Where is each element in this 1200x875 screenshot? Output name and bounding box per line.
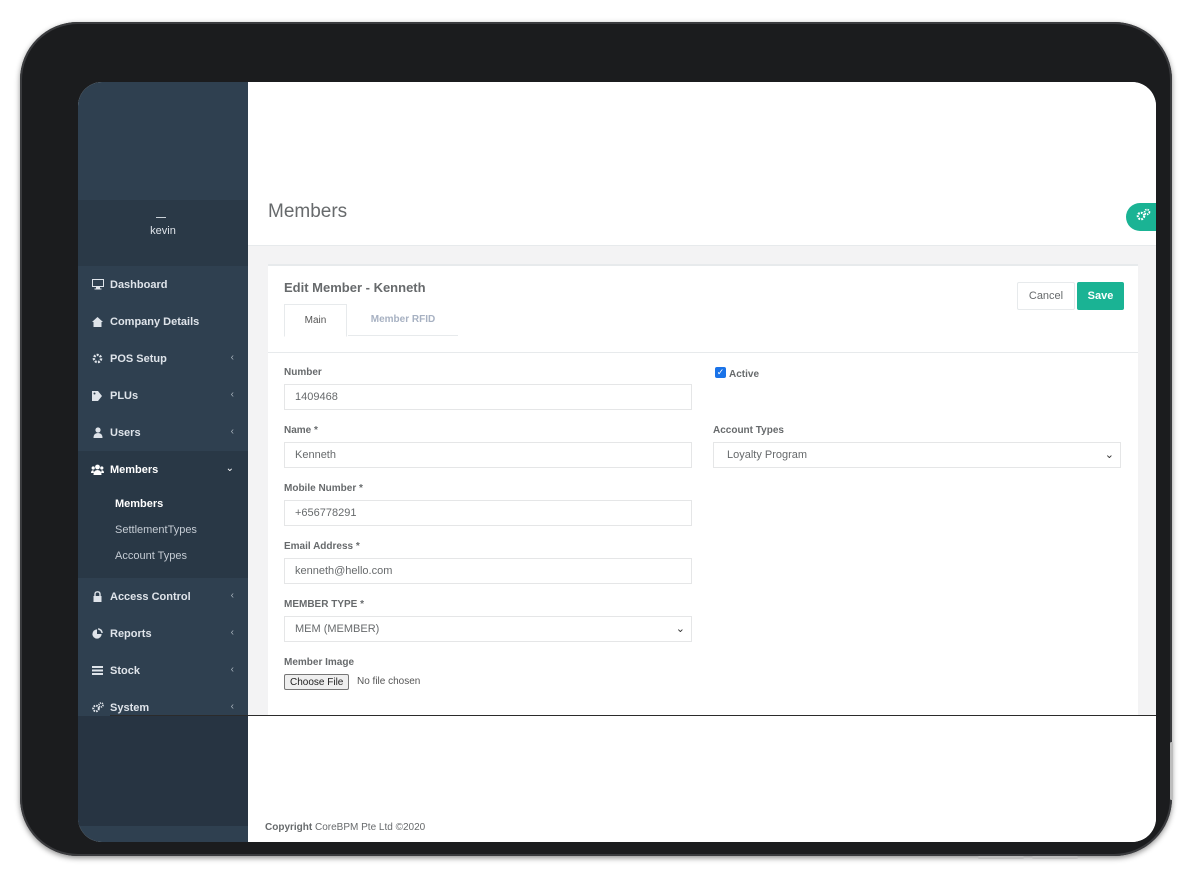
sidebar-item-pos-setup[interactable]: POS Setup ‹ xyxy=(78,340,248,377)
sidebar-item-reports[interactable]: Reports ‹ xyxy=(78,615,248,652)
sidebar-item-label: Members xyxy=(110,463,159,476)
page-header: Members xyxy=(248,187,1156,246)
sidebar-item-label: Users xyxy=(110,426,141,439)
users-icon xyxy=(91,464,104,476)
active-label: Active xyxy=(729,369,760,380)
sidebar-item-label: Access Control xyxy=(110,590,191,603)
tablet-side-button xyxy=(1170,742,1173,800)
chevron-down-icon: ⌄ xyxy=(225,463,234,474)
content-wrapper: Edit Member - Kenneth Cancel Save Main M… xyxy=(248,246,1156,718)
number-label: Number xyxy=(284,367,322,378)
member-type-select[interactable]: MEM (MEMBER) ⌄ xyxy=(284,616,692,642)
chevron-down-icon: ⌄ xyxy=(1104,449,1114,461)
tab-bar: Main Member RFID xyxy=(284,304,1124,337)
submenu-item-account-types[interactable]: Account Types xyxy=(78,543,248,569)
lock-icon xyxy=(91,591,104,603)
gear-icon xyxy=(91,353,104,365)
chevron-left-icon: ‹ xyxy=(230,590,234,601)
user-icon xyxy=(91,427,104,439)
tablet-bottom-button xyxy=(1032,856,1078,859)
settings-toggle-button[interactable] xyxy=(1126,203,1156,231)
gears-icon xyxy=(1136,208,1151,226)
submenu-item-members[interactable]: Members xyxy=(78,491,248,517)
sidebar-item-access-control[interactable]: Access Control ‹ xyxy=(78,578,248,615)
chevron-down-icon: ⌄ xyxy=(675,623,685,635)
mobile-label: Mobile Number * xyxy=(284,483,363,494)
sidebar-item-members[interactable]: Members ⌄ xyxy=(78,451,248,488)
sidebar-item-label: Company Details xyxy=(110,315,200,328)
account-types-value: Loyalty Program xyxy=(727,449,808,461)
tablet-frame: kevin Dashboard Company Details POS Setu… xyxy=(20,22,1173,859)
member-image-label: Member Image xyxy=(284,657,355,668)
account-types-select[interactable]: Loyalty Program ⌄ xyxy=(713,442,1121,468)
sidebar-item-company-details[interactable]: Company Details xyxy=(78,303,248,340)
sidebar-nav: Dashboard Company Details POS Setup ‹ PL… xyxy=(78,266,248,726)
divider xyxy=(268,352,1138,353)
username[interactable]: kevin xyxy=(78,225,248,237)
copyright-label: Copyright xyxy=(265,822,313,833)
sidebar-bottom xyxy=(78,716,248,826)
sidebar-item-label: POS Setup xyxy=(110,352,167,365)
chevron-left-icon: ‹ xyxy=(230,701,234,712)
home-icon xyxy=(91,316,104,328)
profile-area: kevin xyxy=(78,200,248,266)
name-label: Name * xyxy=(284,425,318,436)
main-content: Members Edit Member - Kenneth Cancel Sav… xyxy=(248,82,1156,842)
tab-member-rfid[interactable]: Member RFID xyxy=(348,304,458,336)
panel-title: Edit Member - Kenneth xyxy=(284,280,426,295)
members-submenu: Members SettlementTypes Account Types xyxy=(78,488,248,578)
page-title: Members xyxy=(268,201,348,222)
sidebar-item-label: Reports xyxy=(110,627,152,640)
pie-chart-icon xyxy=(91,628,104,640)
tags-icon xyxy=(91,390,104,402)
active-checkbox[interactable]: ✓ xyxy=(715,367,726,378)
choose-file-button[interactable]: Choose File xyxy=(284,674,350,690)
screen: kevin Dashboard Company Details POS Setu… xyxy=(78,82,1156,842)
submenu-item-settlement-types[interactable]: SettlementTypes xyxy=(78,517,248,543)
sidebar-item-label: System xyxy=(110,701,150,714)
gears-icon xyxy=(91,702,104,714)
list-icon xyxy=(91,665,104,677)
number-field[interactable]: 1409468 xyxy=(284,384,692,410)
email-label: Email Address * xyxy=(284,541,360,552)
file-status: No file chosen xyxy=(357,676,421,687)
chevron-left-icon: ‹ xyxy=(230,426,234,437)
sidebar-item-users[interactable]: Users ‹ xyxy=(78,414,248,451)
chevron-left-icon: ‹ xyxy=(230,627,234,638)
screen-seam-line xyxy=(110,715,1156,716)
monitor-icon xyxy=(91,279,104,291)
mobile-field[interactable]: +656778291 xyxy=(284,500,692,526)
chevron-left-icon: ‹ xyxy=(230,664,234,675)
sidebar-item-label: Dashboard xyxy=(110,278,168,291)
member-type-value: MEM (MEMBER) xyxy=(295,623,380,635)
sidebar-item-label: Stock xyxy=(110,664,140,677)
sidebar-item-label: PLUs xyxy=(110,389,139,402)
avatar-placeholder xyxy=(156,217,166,218)
sidebar-item-dashboard[interactable]: Dashboard xyxy=(78,266,248,303)
account-types-label: Account Types xyxy=(713,425,784,436)
chevron-left-icon: ‹ xyxy=(230,389,234,400)
name-field[interactable]: Kenneth xyxy=(284,442,692,468)
tablet-bottom-button xyxy=(978,856,1024,859)
member-type-label: MEMBER TYPE * xyxy=(284,599,365,610)
tab-main[interactable]: Main xyxy=(284,304,347,337)
sidebar: kevin Dashboard Company Details POS Setu… xyxy=(78,82,248,842)
footer: Copyright CoreBPM Pte Ltd ©2020 xyxy=(265,822,1156,833)
email-field[interactable]: kenneth@hello.com xyxy=(284,558,692,584)
sidebar-item-plus[interactable]: PLUs ‹ xyxy=(78,377,248,414)
chevron-left-icon: ‹ xyxy=(230,352,234,363)
edit-member-panel: Edit Member - Kenneth Cancel Save Main M… xyxy=(268,264,1138,718)
copyright-text: CoreBPM Pte Ltd ©2020 xyxy=(315,822,426,833)
sidebar-item-stock[interactable]: Stock ‹ xyxy=(78,652,248,689)
